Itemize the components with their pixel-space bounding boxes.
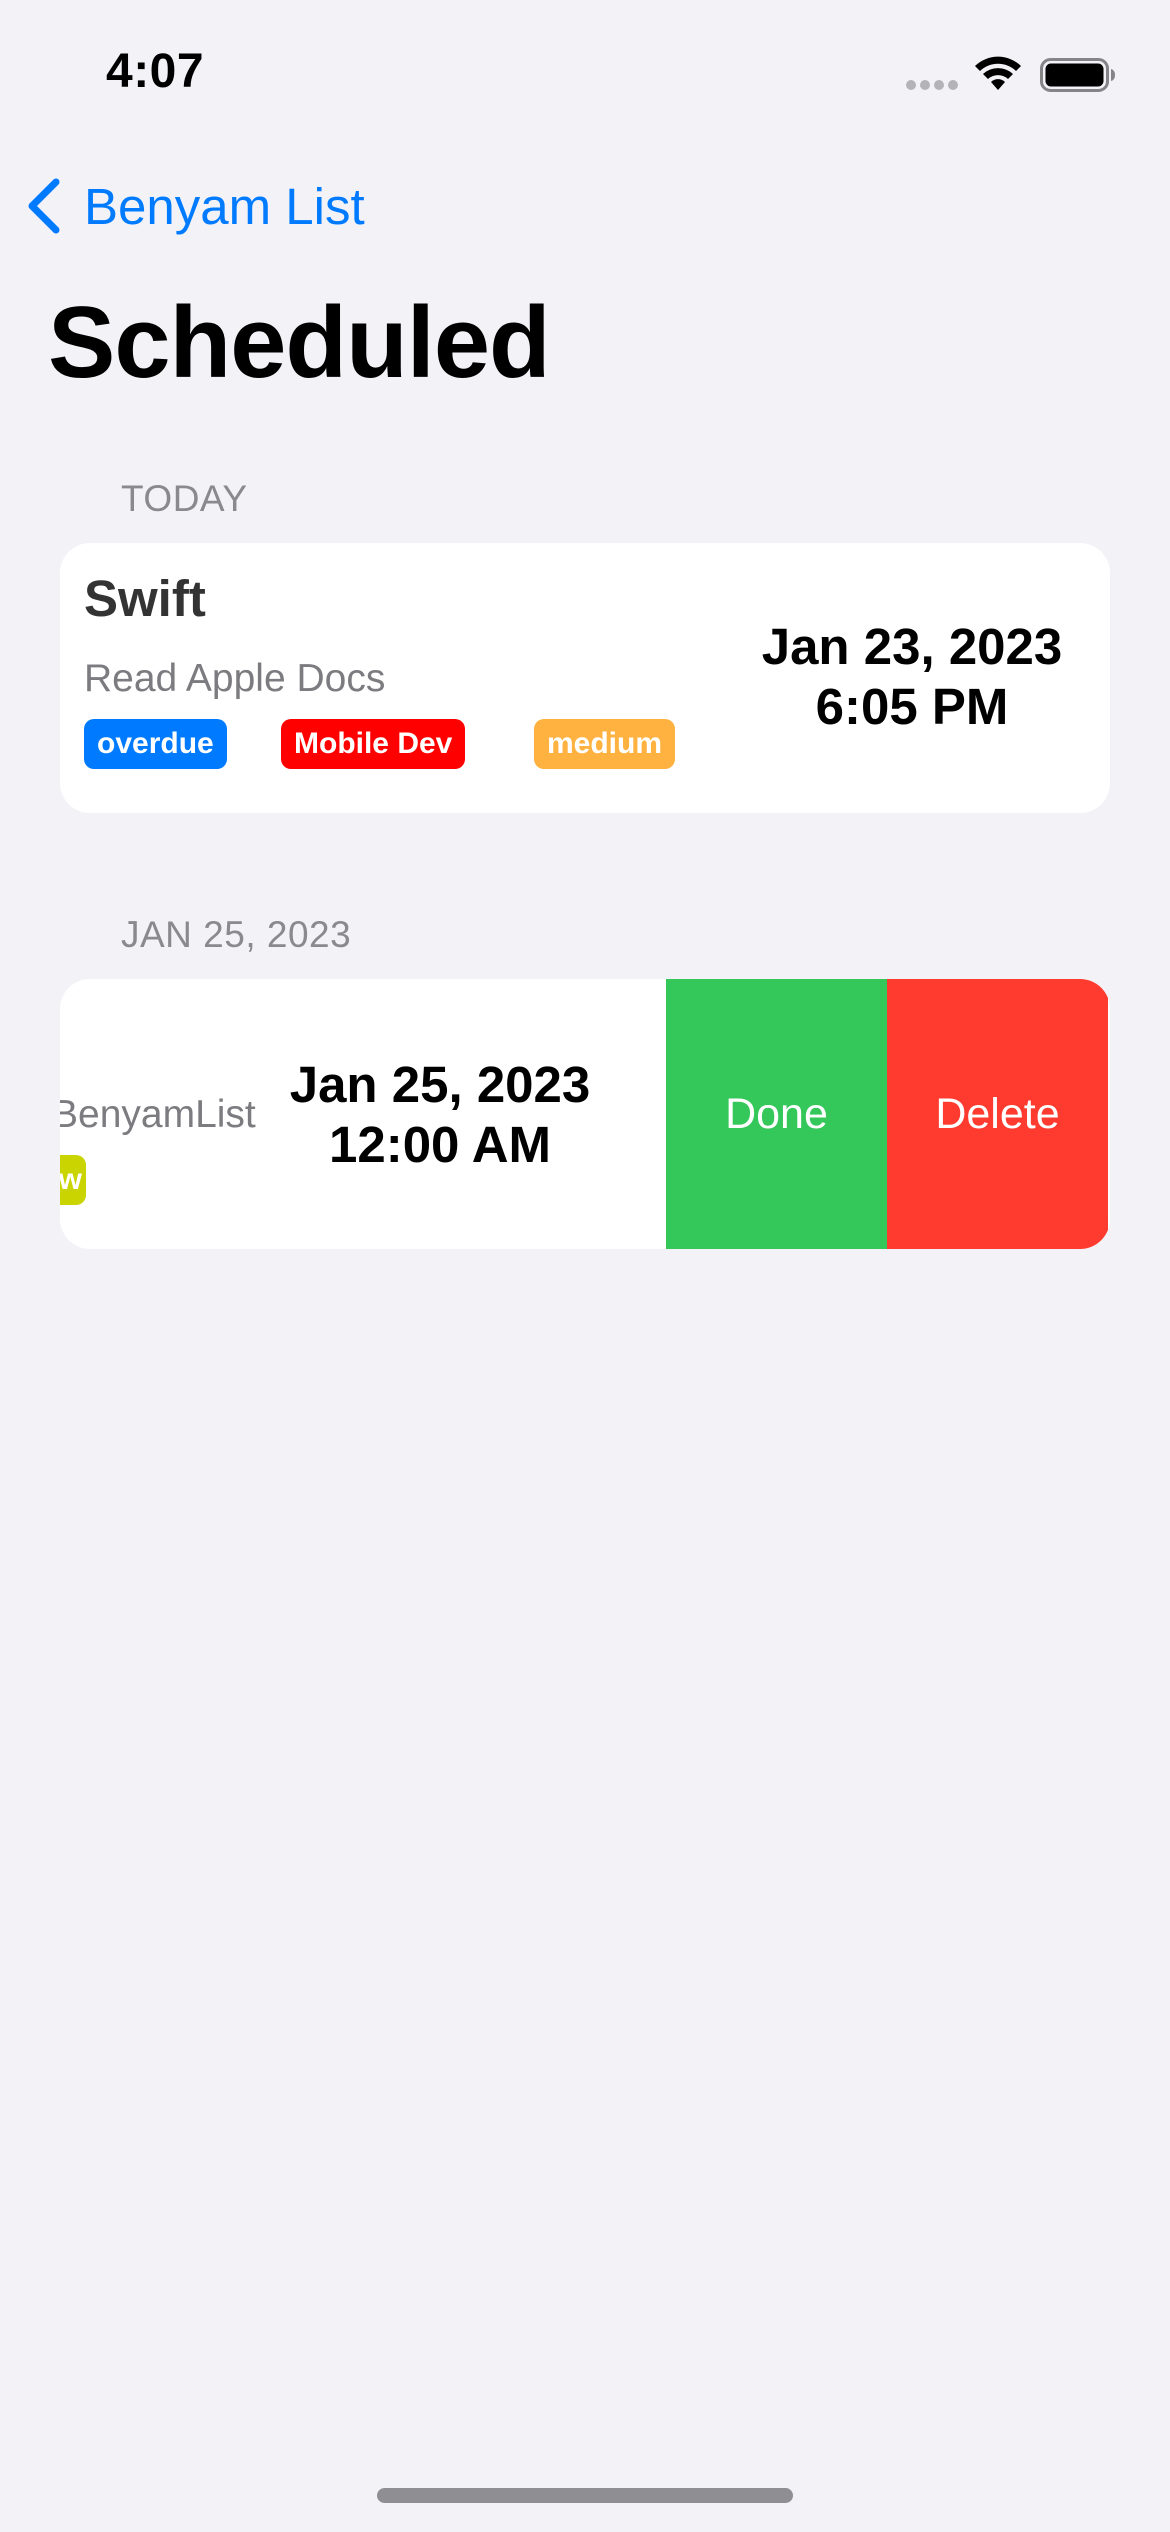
status-bar: 4:07 [0,0,1170,140]
page-title: Scheduled [48,287,551,399]
delete-button[interactable]: Delete [887,979,1108,1249]
tag-badge: w [60,1155,86,1205]
chevron-left-icon [28,178,60,234]
task-due-time-line: 12:00 AM [328,1116,552,1173]
task-due-date-line: Jan 25, 2023 [289,1056,591,1113]
task-due-time-line: 6:05 PM [815,678,1009,735]
done-button[interactable]: Done [666,979,887,1249]
priority-badge: medium [534,719,676,769]
task-due-date: Jan 23, 2023 6:05 PM [740,617,1084,737]
task-title: Swift [84,570,206,627]
task-row-swiped[interactable]: BenyamList w Jan 25, 2023 12:00 AM Done … [60,979,1110,1249]
cellular-signal-icon [906,80,958,90]
back-button[interactable]: Benyam List [26,176,365,236]
wifi-icon [975,56,1021,90]
tag-badge: Mobile Dev [281,719,466,769]
task-row[interactable]: Swift Read Apple Docs overdue Mobile Dev… [60,543,1110,813]
status-time: 4:07 [106,45,205,98]
section-header-today: TODAY [121,478,248,519]
task-notes: BenyamList [60,1093,256,1136]
section-header-date: JAN 25, 2023 [121,914,352,955]
battery-icon [1040,58,1115,92]
task-notes: Read Apple Docs [84,657,386,700]
task-due-date: Jan 25, 2023 12:00 AM [280,1055,600,1175]
tag-badge: overdue [84,719,227,769]
back-button-label: Benyam List [84,177,365,235]
home-indicator[interactable] [377,2488,793,2503]
task-due-date-line: Jan 23, 2023 [761,618,1063,675]
